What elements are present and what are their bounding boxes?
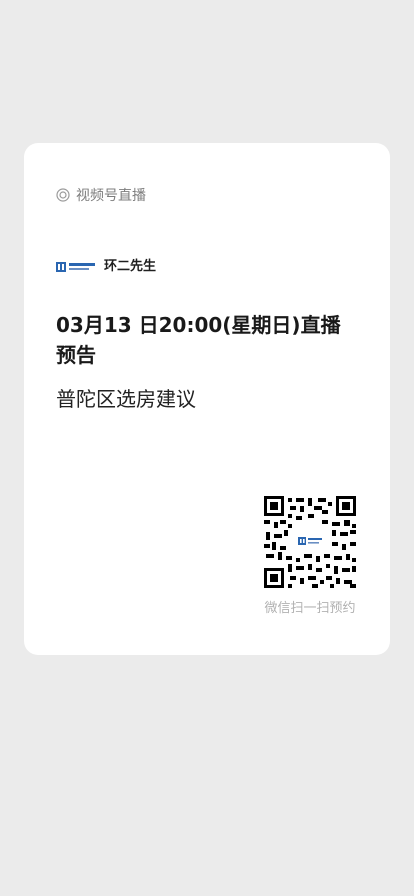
- qr-code[interactable]: [262, 494, 358, 590]
- account-row[interactable]: 环二先生: [56, 255, 156, 274]
- brand-logo-icon: [56, 258, 96, 272]
- channel-header: 视频号直播: [56, 186, 146, 204]
- channels-ring-icon: [56, 188, 70, 202]
- account-name[interactable]: 环二先生: [104, 255, 156, 274]
- channel-label: 视频号直播: [76, 188, 146, 204]
- qr-caption: 微信扫一扫预约: [264, 601, 356, 616]
- live-subtitle: 普陀区选房建议: [56, 387, 196, 411]
- live-title: 03月13 日20:00(星期日)直播预告: [56, 313, 341, 367]
- live-preview-card: 视频号直播 环二先生 03月13 日20:00(星期日)直播预告 普陀区选房建议: [24, 143, 390, 655]
